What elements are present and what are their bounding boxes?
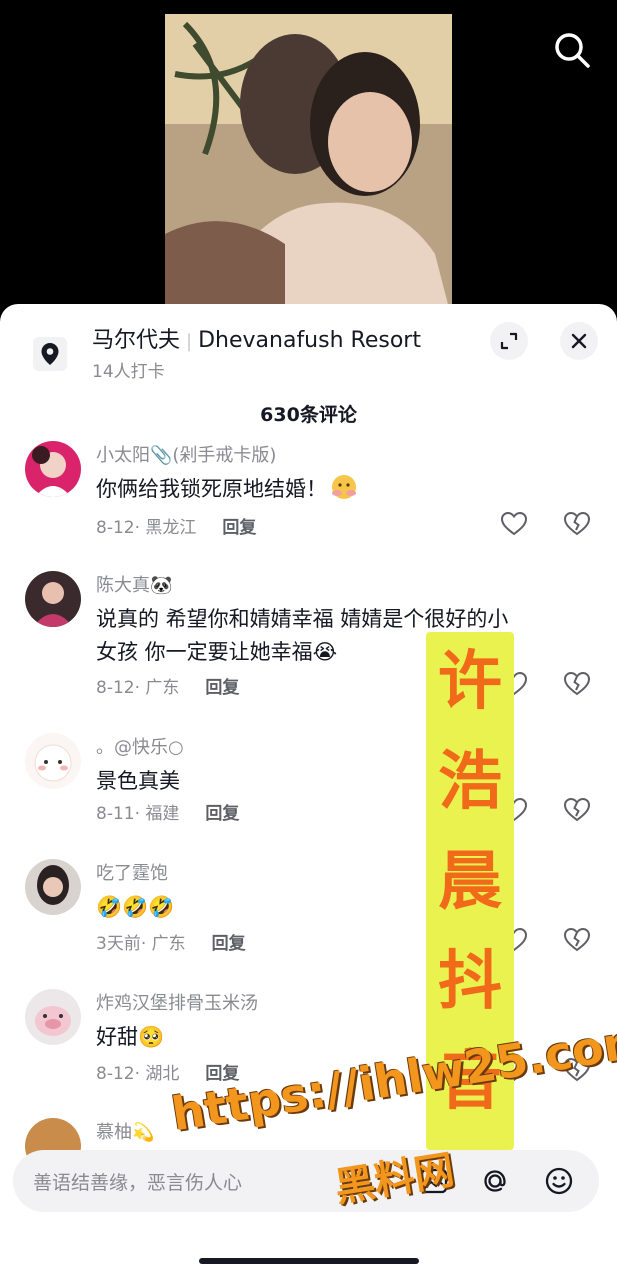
reply-button[interactable]: 回复 [212, 934, 246, 954]
comment-username[interactable]: 炸鸡汉堡排骨玉米汤 [96, 989, 258, 1015]
dislike-broken-heart-icon[interactable] [563, 670, 591, 698]
comment-date: 8-11 [96, 804, 135, 824]
dislike-broken-heart-icon[interactable] [563, 510, 591, 538]
watermark-char: 浩 [438, 745, 502, 819]
comment-region: 广东 [151, 934, 186, 954]
video-thumbnail[interactable] [165, 14, 452, 320]
reply-button[interactable]: 回复 [205, 678, 239, 698]
title-separator: | [186, 331, 193, 352]
dislike-broken-heart-icon[interactable] [563, 796, 591, 824]
comment-username[interactable]: 。@快乐○ [96, 733, 184, 759]
watermark-char: 晨 [438, 845, 502, 919]
location-resort: Dhevanafush Resort [198, 328, 421, 353]
dislike-broken-heart-icon[interactable] [563, 926, 591, 954]
avatar[interactable] [25, 859, 81, 915]
comment-username[interactable]: 吃了霆饱 [96, 859, 168, 885]
watermark-char: 抖 [438, 945, 502, 1019]
video-area[interactable] [0, 0, 617, 320]
comment-date: 8-12 [96, 678, 135, 698]
comment-meta: 8-12· 黑龙江 回复 [96, 518, 257, 538]
comment-region: 广东 [145, 678, 180, 698]
comment-count: 630条评论 [260, 404, 357, 426]
comment-region: 黑龙江 [145, 518, 197, 538]
emoji-icon[interactable] [543, 1165, 575, 1197]
location-name: 马尔代夫 [92, 328, 181, 353]
comment-date: 8-12 [96, 518, 135, 538]
comment-text: 你俩给我锁死原地结婚！ [96, 473, 526, 506]
like-heart-icon[interactable] [500, 510, 528, 538]
comment-date: 8-12 [96, 1064, 135, 1084]
comment-username[interactable]: 慕柚💫 [96, 1118, 154, 1144]
expand-icon [500, 332, 518, 350]
avatar[interactable] [25, 733, 81, 789]
comment-meta: 3天前· 广东 回复 [96, 934, 246, 954]
comment-meta: 8-11· 福建 回复 [96, 804, 240, 824]
comment-date: 3天前 [96, 934, 141, 954]
avatar[interactable] [25, 571, 81, 627]
watermark-char: 许 [438, 645, 502, 719]
reply-button[interactable]: 回复 [222, 518, 256, 538]
expand-button[interactable] [490, 322, 528, 360]
location-title[interactable]: 马尔代夫 | Dhevanafush Resort [92, 322, 421, 354]
location-pin-icon [33, 337, 67, 371]
home-indicator[interactable] [199, 1258, 419, 1264]
reply-button[interactable]: 回复 [205, 804, 239, 824]
avatar[interactable] [25, 441, 81, 497]
avatar[interactable] [25, 989, 81, 1045]
comment-input[interactable]: 善语结善缘，恶言伤人心 [33, 1168, 242, 1195]
close-icon [571, 333, 587, 349]
mention-at-icon[interactable] [479, 1165, 511, 1197]
comment-region: 湖北 [145, 1064, 180, 1084]
comment-body: 你俩给我锁死原地结婚！ [96, 477, 327, 501]
hug-emoji-icon [332, 475, 356, 499]
comment-meta: 8-12· 广东 回复 [96, 678, 240, 698]
close-button[interactable] [560, 322, 598, 360]
comment-username[interactable]: 陈大真🐼 [96, 571, 172, 597]
search-icon[interactable] [552, 30, 592, 70]
comment-region: 福建 [145, 804, 180, 824]
comment-input-bar[interactable]: 善语结善缘，恶言伤人心 [13, 1150, 599, 1212]
checkin-count: 14人打卡 [92, 362, 165, 382]
comment-username[interactable]: 小太阳📎(剁手戒卡版) [96, 441, 276, 467]
